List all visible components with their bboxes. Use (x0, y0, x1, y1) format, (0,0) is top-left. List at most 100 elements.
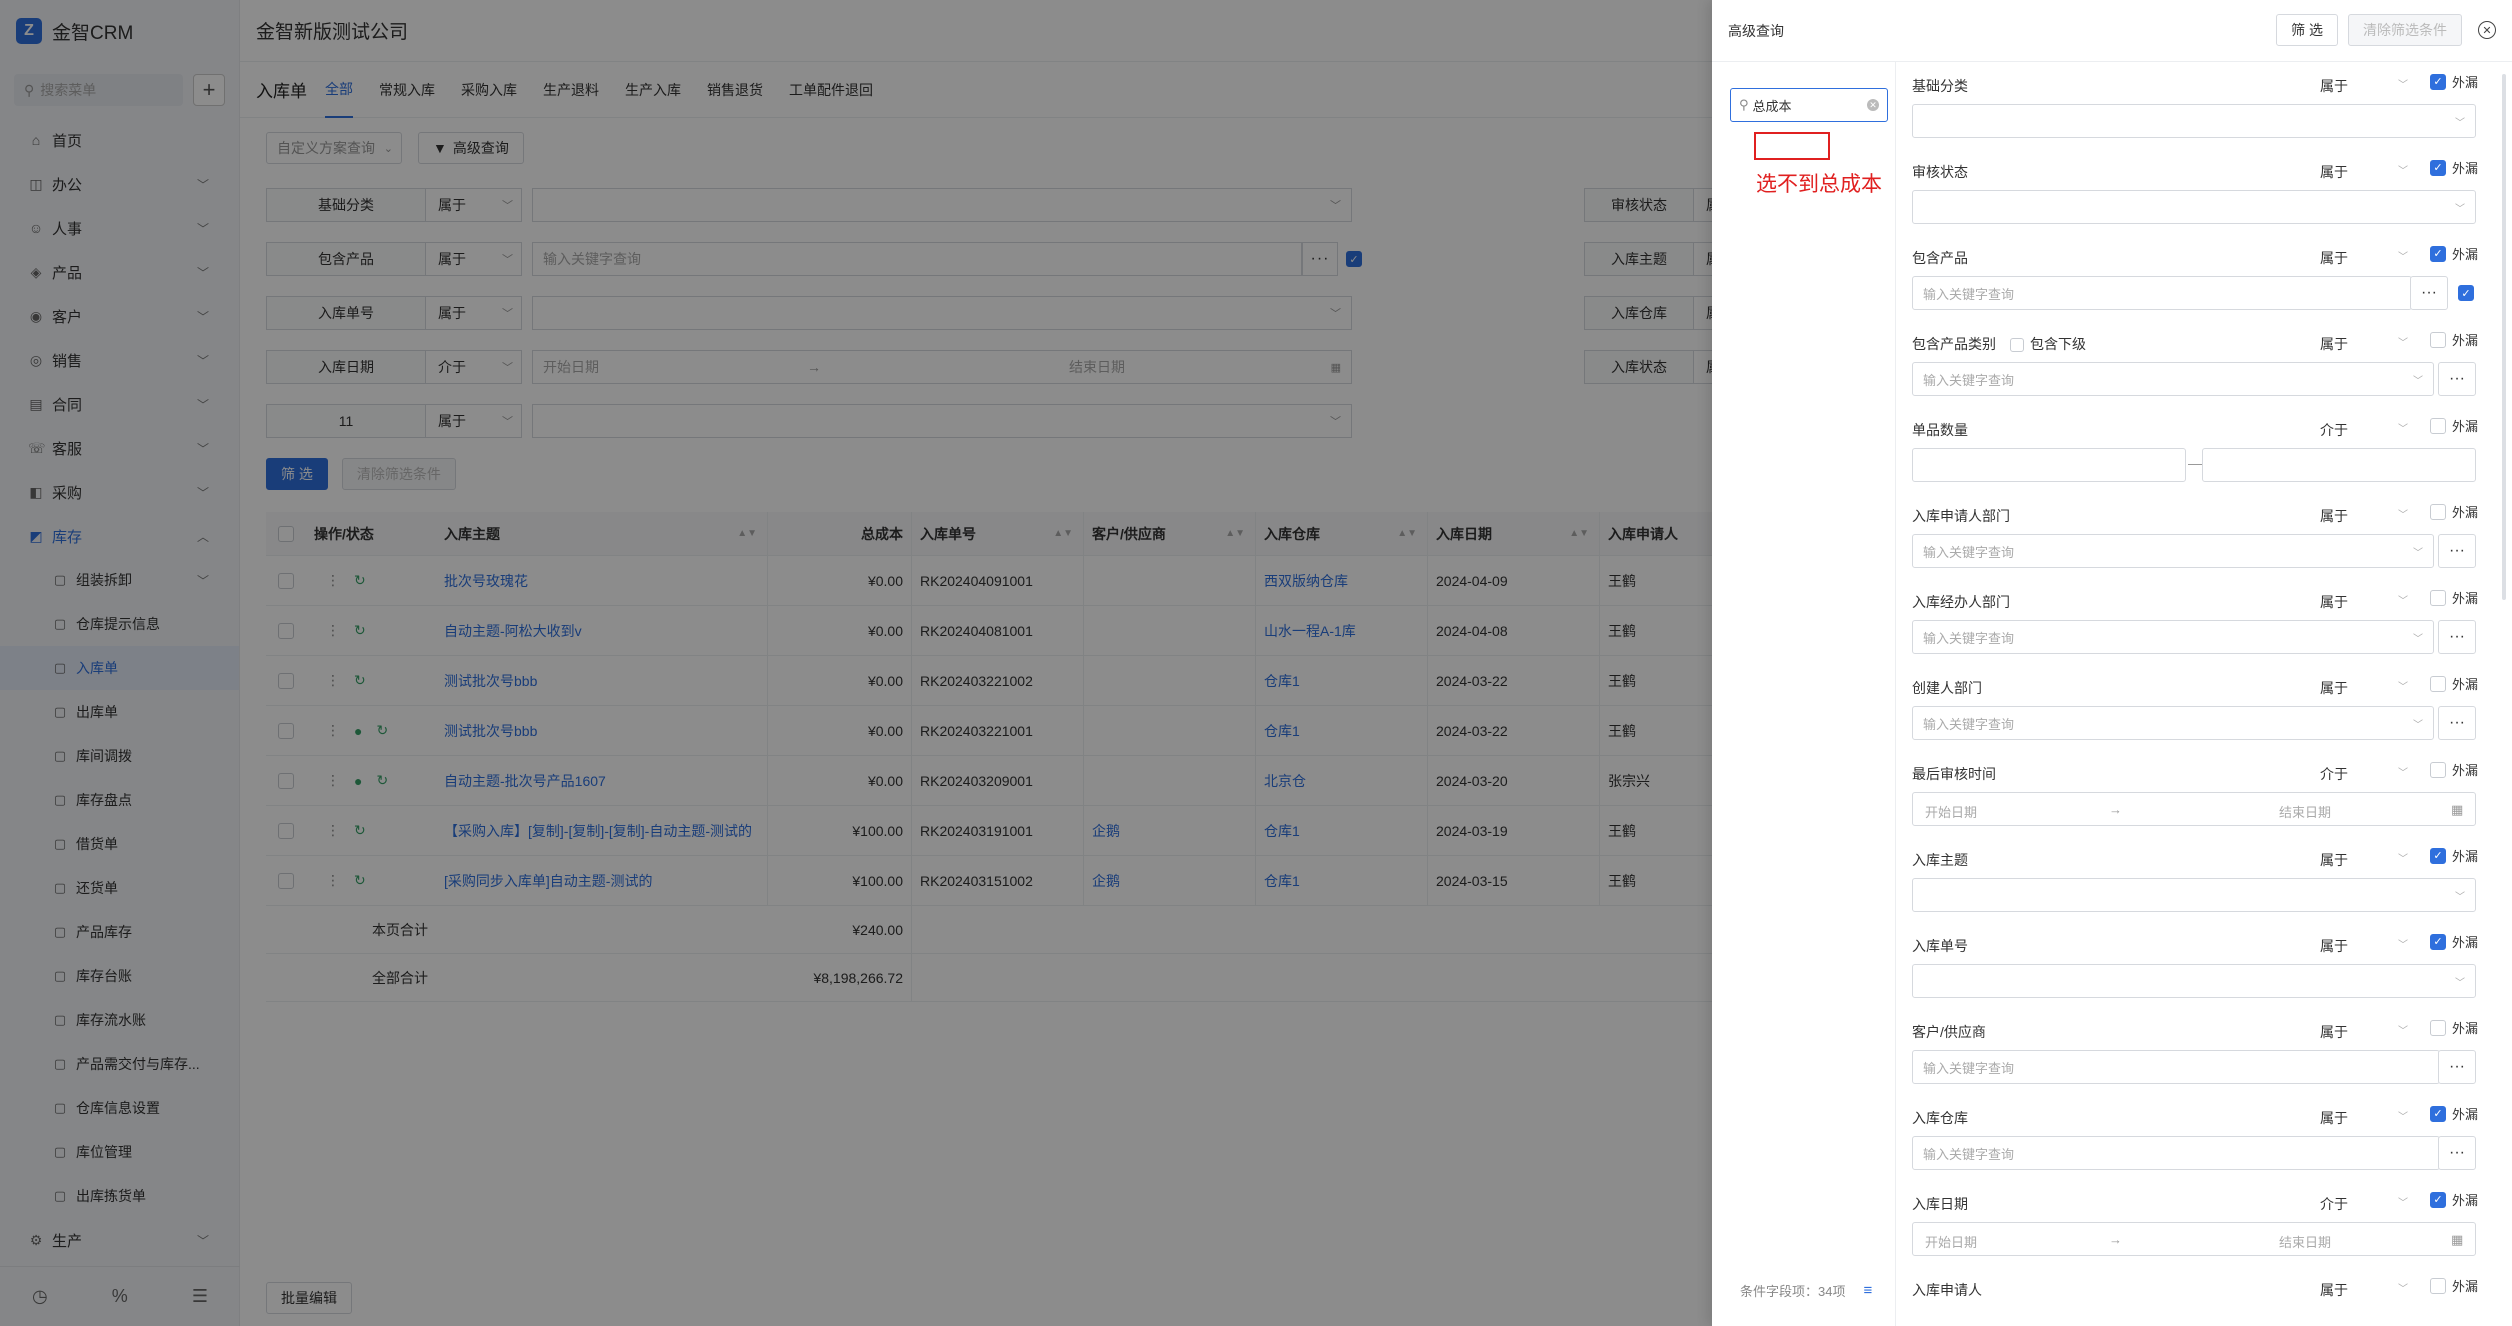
condition-select[interactable]: ﹀ (1912, 104, 2476, 138)
condition-field: 入库主题 属于 ﹀ ✓ 外漏 ﹀ (1912, 836, 2492, 922)
include-sub-checkbox[interactable] (2010, 338, 2024, 353)
arrow-right-icon: → (2109, 802, 2122, 817)
clear-input-icon[interactable]: ✕ (1867, 99, 1879, 111)
condition-field: 客户/供应商 属于 ﹀ 外漏 输入关键字查询 ··· (1912, 1008, 2492, 1094)
condition-keyword-input[interactable]: 输入关键字查询 ﹀ (1912, 620, 2434, 654)
condition-field: 最后审核时间 介于 ﹀ 外漏 开始日期 → 结束日期 ▦ (1912, 750, 2492, 836)
drawer-clear-button[interactable]: 清除筛选条件 (2348, 14, 2462, 46)
external-checkbox[interactable] (2430, 331, 2446, 348)
chevron-down-icon: ﹀ (2398, 510, 2408, 521)
condition-select[interactable]: ﹀ (1912, 190, 2476, 224)
chevron-down-icon: ﹀ (2398, 1026, 2408, 1037)
more-options-button[interactable]: ··· (2438, 620, 2476, 654)
condition-field: 创建人部门 属于 ﹀ 外漏 输入关键字查询 ﹀ ··· (1912, 664, 2492, 750)
condition-operator-select[interactable]: 属于 (2320, 248, 2348, 268)
condition-label: 基础分类 (1912, 78, 1968, 94)
external-checkbox[interactable] (2430, 417, 2446, 434)
drawer-filter-button[interactable]: 筛 选 (2276, 14, 2338, 46)
field-search-input[interactable]: ⚲ 总成本 ✕ (1730, 88, 1888, 122)
more-options-button[interactable]: ··· (2438, 362, 2476, 396)
condition-operator-select[interactable]: 属于 (2320, 1280, 2348, 1300)
chevron-down-icon: ﹀ (2455, 891, 2465, 903)
modal-mask[interactable] (0, 0, 1712, 1326)
condition-operator-select[interactable]: 属于 (2320, 1022, 2348, 1042)
range-min-input[interactable] (1912, 448, 2186, 482)
external-checkbox[interactable]: ✓ (2430, 1191, 2446, 1208)
condition-operator-select[interactable]: 属于 (2320, 850, 2348, 870)
condition-operator-select[interactable]: 属于 (2320, 506, 2348, 526)
more-options-button[interactable]: ··· (2438, 1050, 2476, 1084)
condition-select[interactable]: ﹀ (1912, 878, 2476, 912)
condition-label: 最后审核时间 (1912, 766, 1996, 782)
external-checkbox[interactable] (2430, 589, 2446, 606)
settings-sliders-icon[interactable]: ≡ (1863, 1282, 1872, 1299)
condition-keyword-input[interactable]: 输入关键字查询 (1912, 1050, 2440, 1084)
external-checkbox[interactable] (2430, 761, 2446, 778)
condition-operator-select[interactable]: 介于 (2320, 420, 2348, 440)
external-checkbox[interactable]: ✓ (2430, 159, 2446, 176)
condition-operator-select[interactable]: 属于 (2320, 76, 2348, 96)
chevron-down-icon: ﹀ (2413, 375, 2423, 387)
more-options-button[interactable]: ··· (2438, 534, 2476, 568)
field-count: 条件字段项：34项 (1740, 1284, 1846, 1299)
condition-operator-select[interactable]: 属于 (2320, 678, 2348, 698)
condition-field: 基础分类 属于 ﹀ ✓ 外漏 ﹀ (1912, 62, 2492, 148)
chevron-down-icon: ﹀ (2398, 80, 2408, 91)
external-checkbox[interactable] (2430, 1019, 2446, 1036)
external-checkbox[interactable]: ✓ (2430, 73, 2446, 90)
more-options-button[interactable]: ··· (2410, 276, 2448, 310)
condition-label: 入库经办人部门 (1912, 594, 2010, 610)
condition-label: 创建人部门 (1912, 680, 1982, 696)
condition-keyword-input[interactable]: 输入关键字查询 ﹀ (1912, 362, 2434, 396)
condition-field: 审核状态 属于 ﹀ ✓ 外漏 ﹀ (1912, 148, 2492, 234)
condition-operator-select[interactable]: 介于 (2320, 764, 2348, 784)
condition-label: 入库日期 (1912, 1196, 1968, 1212)
more-options-button[interactable]: ··· (2438, 706, 2476, 740)
chevron-down-icon: ﹀ (2398, 338, 2408, 349)
more-options-button[interactable]: ··· (2438, 1136, 2476, 1170)
condition-operator-select[interactable]: 属于 (2320, 334, 2348, 354)
external-checkbox[interactable]: ✓ (2430, 847, 2446, 864)
drawer-title: 高级查询 (1728, 22, 1784, 39)
condition-operator-select[interactable]: 属于 (2320, 592, 2348, 612)
condition-field: 单品数量 介于 ﹀ 外漏 (1912, 406, 2492, 492)
advanced-query-drawer: 高级查询 筛 选 清除筛选条件 ✕ ⚲ 总成本 ✕ 选不到总成本 条件字段项：3… (1712, 0, 2512, 1326)
condition-label: 入库单号 (1912, 938, 1968, 954)
date-range-input[interactable]: 开始日期 → 结束日期 ▦ (1912, 1222, 2476, 1256)
range-max-input[interactable] (2202, 448, 2476, 482)
field-list-panel: ⚲ 总成本 ✕ 选不到总成本 条件字段项：34项 ≡ (1712, 62, 1896, 1326)
external-checkbox[interactable] (2430, 503, 2446, 520)
chevron-down-icon: ﹀ (2398, 424, 2408, 435)
scrollbar[interactable] (2502, 74, 2506, 600)
condition-operator-select[interactable]: 介于 (2320, 1194, 2348, 1214)
external-checkbox[interactable] (2430, 1277, 2446, 1294)
chevron-down-icon: ﹀ (2398, 166, 2408, 177)
external-checkbox[interactable]: ✓ (2430, 245, 2446, 262)
condition-field: 入库日期 介于 ﹀ ✓ 外漏 开始日期 → 结束日期 ▦ (1912, 1180, 2492, 1266)
calendar-icon: ▦ (2451, 1232, 2464, 1247)
condition-select[interactable]: ﹀ (1912, 964, 2476, 998)
condition-label: 客户/供应商 (1912, 1024, 1986, 1040)
condition-operator-select[interactable]: 属于 (2320, 1108, 2348, 1128)
external-checkbox[interactable]: ✓ (2430, 1105, 2446, 1122)
condition-keyword-input[interactable]: 输入关键字查询 (1912, 1136, 2440, 1170)
condition-keyword-input[interactable]: 输入关键字查询 ﹀ (1912, 706, 2434, 740)
condition-label: 入库申请人 (1912, 1282, 1982, 1298)
close-icon[interactable]: ✕ (2478, 21, 2496, 39)
chevron-down-icon: ﹀ (2455, 117, 2465, 129)
include-checkbox[interactable]: ✓ (2458, 285, 2474, 301)
condition-label: 入库主题 (1912, 852, 1968, 868)
chevron-down-icon: ﹀ (2398, 940, 2408, 951)
condition-field: 入库单号 属于 ﹀ ✓ 外漏 ﹀ (1912, 922, 2492, 1008)
condition-keyword-input[interactable]: 输入关键字查询 ﹀ (1912, 534, 2434, 568)
external-checkbox[interactable] (2430, 675, 2446, 692)
calendar-icon: ▦ (2451, 802, 2464, 817)
condition-operator-select[interactable]: 属于 (2320, 936, 2348, 956)
chevron-down-icon: ﹀ (2398, 768, 2408, 779)
date-range-input[interactable]: 开始日期 → 结束日期 ▦ (1912, 792, 2476, 826)
external-checkbox[interactable]: ✓ (2430, 933, 2446, 950)
condition-operator-select[interactable]: 属于 (2320, 162, 2348, 182)
condition-keyword-input[interactable]: 输入关键字查询 (1912, 276, 2412, 310)
field-conditions-panel: 基础分类 属于 ﹀ ✓ 外漏 ﹀ 审核状态 属于 ﹀ ✓ 外漏 ﹀ 包含产品 属于 ﹀ ✓ 外漏 输入关键字查询 ·… (1912, 62, 2492, 1326)
chevron-down-icon: ﹀ (2398, 854, 2408, 865)
